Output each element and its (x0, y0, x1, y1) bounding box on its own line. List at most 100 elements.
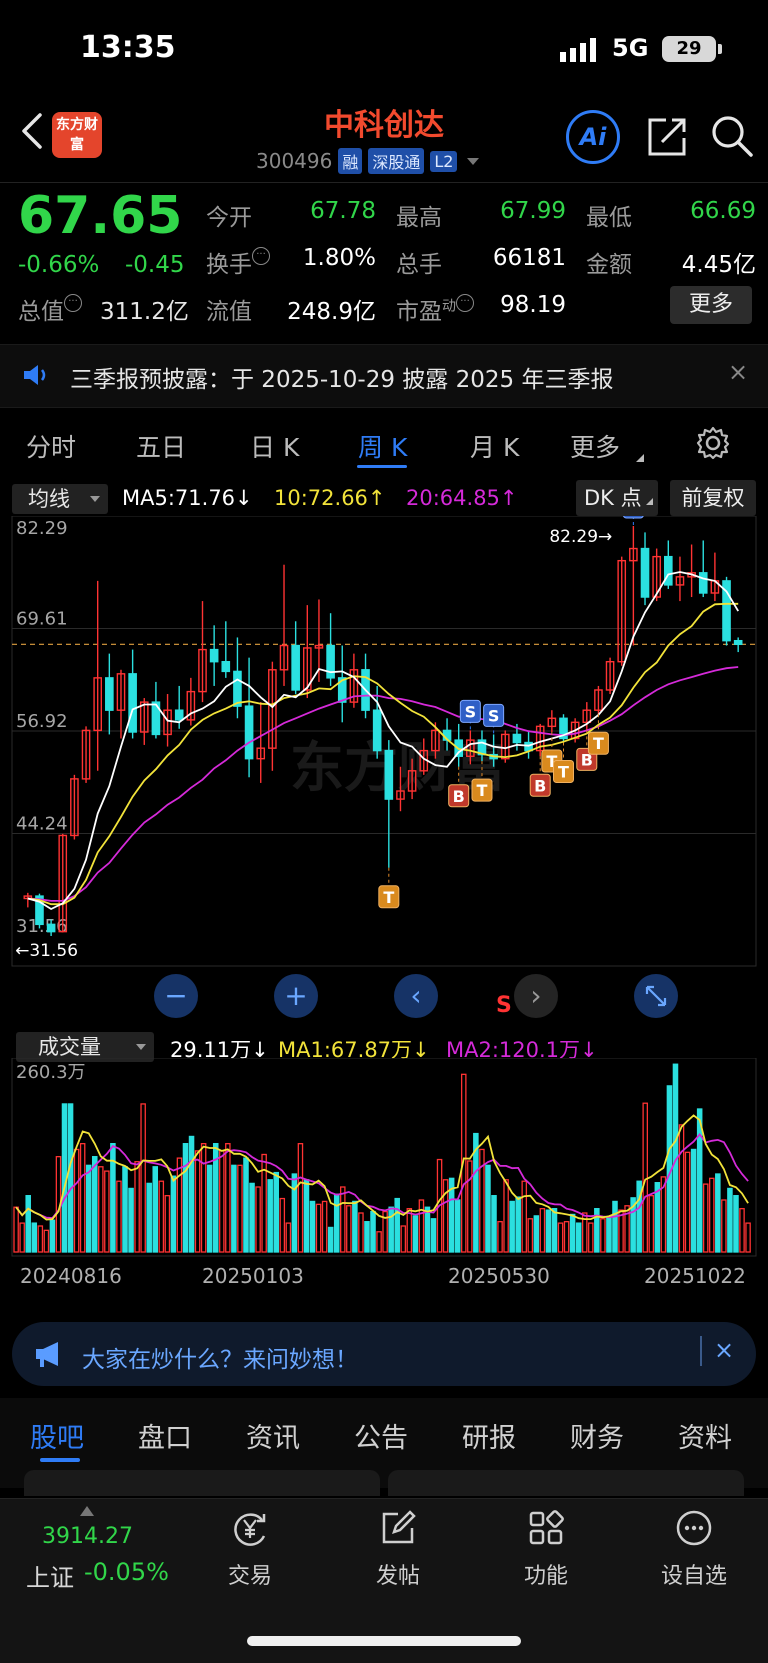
volume-bar (194, 1150, 201, 1253)
tab-research[interactable]: 研报 (462, 1416, 516, 1455)
notice-text[interactable]: 三季报预披露：于 2025-10-29 披露 2025 年三季报 (70, 360, 613, 394)
volume-bar (715, 1173, 721, 1253)
volume-bar (249, 1182, 255, 1253)
adjust-button[interactable]: 前复权 (670, 480, 756, 516)
info-icon[interactable]: ··· (252, 247, 270, 265)
tab-daily-k[interactable]: 日 K (250, 428, 299, 464)
index-value[interactable]: 3914.27 (42, 1524, 133, 1549)
gear-icon[interactable] (696, 426, 730, 460)
volume-bar (739, 1208, 745, 1253)
volume-bar (684, 1151, 691, 1253)
candle (663, 555, 673, 586)
float-cap-label: 流值 (206, 299, 252, 325)
tag-margin: 融 (338, 148, 363, 174)
signal-label: B (453, 787, 465, 806)
tab-more[interactable]: 更多 (570, 428, 620, 464)
volume-bar (467, 1160, 473, 1253)
ma20-label: 20:64.85↑ (406, 486, 518, 510)
candle (372, 709, 382, 752)
tab-news[interactable]: 资讯 (246, 1416, 300, 1455)
triangle-icon (80, 1506, 94, 1516)
volume-bar (255, 1186, 261, 1253)
volume-bar (164, 1195, 171, 1253)
speaker-icon (24, 365, 46, 385)
turnover-value: 1.80% (302, 245, 376, 271)
candle (174, 709, 184, 721)
volume-bar (91, 1156, 98, 1253)
volume-bar (557, 1222, 564, 1253)
info-icon[interactable]: ··· (456, 294, 474, 312)
zoom-out-button[interactable]: − (154, 974, 198, 1018)
fullscreen-button[interactable] (634, 974, 678, 1018)
volume-bar (146, 1182, 152, 1253)
next-button[interactable]: › (514, 974, 558, 1018)
volume-bar (358, 1212, 364, 1253)
more-button[interactable]: 更多 (670, 286, 752, 324)
volume-bar (727, 1187, 733, 1253)
dropdown-corner-icon (636, 446, 644, 462)
index-change[interactable]: -0.05% (84, 1558, 169, 1586)
nav-post[interactable]: 发帖 (348, 1508, 448, 1590)
volume-bar (98, 1166, 104, 1253)
volume-bar (140, 1103, 146, 1253)
volume-bar (454, 1199, 461, 1253)
ma5-label: MA5:71.76↓ (122, 486, 253, 510)
open-value: 67.78 (310, 198, 376, 224)
ask-text[interactable]: 大家在炒什么？来问妙想！ (82, 1340, 358, 1374)
signal-label: S (628, 516, 640, 517)
volume-bar (690, 1148, 697, 1253)
volume-bar (539, 1208, 546, 1253)
volume-value: 66181 (492, 245, 566, 271)
volume-bar (37, 1225, 44, 1253)
tab-profile[interactable]: 资料 (678, 1416, 732, 1455)
tab-intraday[interactable]: 分时 (26, 428, 76, 464)
tab-finance[interactable]: 财务 (570, 1416, 624, 1455)
signal-icon (560, 38, 596, 62)
nav-add-watchlist[interactable]: 设自选 (644, 1508, 744, 1590)
volume-bar (273, 1171, 279, 1253)
nav-function[interactable]: 功能 (496, 1508, 596, 1590)
volume-bar (158, 1180, 165, 1253)
volume-bar (515, 1196, 521, 1253)
active-tab-indicator (40, 1458, 80, 1462)
ma-select[interactable]: 均线 (12, 484, 108, 514)
post-card[interactable] (388, 1470, 744, 1496)
volume-bar (376, 1231, 382, 1253)
dk-point-button[interactable]: DK 点 (576, 480, 658, 516)
tab-announcement[interactable]: 公告 (354, 1416, 408, 1455)
volume-chart[interactable]: 260.3万 (0, 1058, 768, 1258)
candle (209, 648, 219, 663)
ma10-label: 10:72.66↑ (274, 486, 386, 510)
volume-bar (279, 1197, 286, 1253)
info-icon[interactable]: ··· (64, 294, 82, 312)
tab-guba[interactable]: 股吧 (30, 1416, 84, 1455)
index-name[interactable]: 上证 (26, 1558, 74, 1593)
post-card[interactable] (24, 1470, 380, 1496)
y-tick-label: 44.24 (16, 814, 68, 835)
prev-button[interactable]: ‹ (394, 974, 438, 1018)
ai-icon[interactable]: Ai (566, 110, 620, 164)
tab-pankou[interactable]: 盘口 (138, 1416, 192, 1455)
battery-tip (718, 44, 722, 54)
tab-weekly-k[interactable]: 周 K (358, 428, 407, 464)
close-icon[interactable]: × (714, 1336, 734, 1364)
volume-bar (43, 1229, 50, 1253)
volume-bar (122, 1166, 128, 1253)
volume-bar (104, 1170, 110, 1253)
stock-code-row[interactable]: 300496 融 深股通 L2 (256, 148, 480, 174)
close-icon[interactable]: × (728, 358, 748, 386)
nav-trade[interactable]: 交易 (200, 1508, 300, 1590)
kline-chart[interactable]: 82.2969.6156.9244.2431.56东方财富82.29→←31.5… (0, 516, 768, 1024)
signal-label: T (383, 888, 394, 907)
search-icon[interactable] (710, 114, 754, 158)
pe-label: 市盈动 ··· (396, 292, 474, 326)
volume-bar (176, 1157, 183, 1253)
network-type: 5G (612, 34, 649, 62)
tab-monthly-k[interactable]: 月 K (470, 428, 519, 464)
zoom-in-button[interactable]: + (274, 974, 318, 1018)
volume-bar (303, 1179, 310, 1253)
amount-value: 4.45亿 (681, 252, 756, 278)
volume-bar (442, 1179, 449, 1253)
share-icon[interactable] (646, 116, 688, 158)
tab-five-day[interactable]: 五日 (136, 428, 186, 464)
